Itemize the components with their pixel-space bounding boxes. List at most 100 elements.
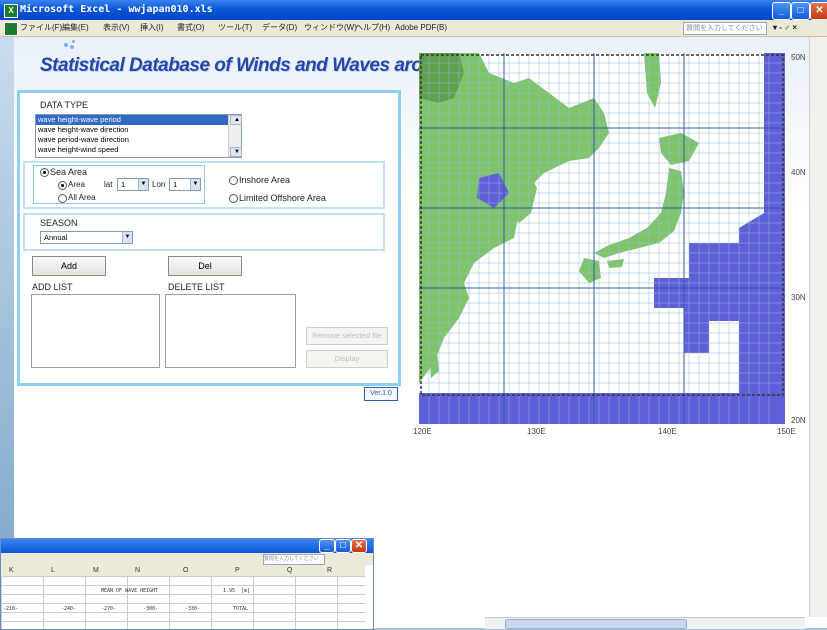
chevron-down-icon[interactable]: ▼ [138,179,148,190]
season-value: Annual [44,233,68,242]
cell-mean-label[interactable]: MEAN OF WAVE HEIGHT [101,588,158,594]
sheet-close-button[interactable]: ✕ [351,539,367,553]
lat-select[interactable]: 1 ▼ [117,178,149,191]
menu-file[interactable]: ファイル(F) [20,20,62,36]
menu-edit[interactable]: 編集(E) [62,20,89,36]
data-type-item[interactable]: wave height-wave direction [36,125,241,135]
add-list-box[interactable] [31,294,160,368]
menu-view[interactable]: 表示(V) [103,20,130,36]
lon-label-120e: 120E [413,427,432,436]
sea-area-label: Sea Area [50,167,88,177]
menu-data[interactable]: データ(D) [262,20,297,36]
chevron-down-icon[interactable]: ▼ [122,232,132,243]
all-area-radio[interactable] [58,194,67,203]
japan-grid-map[interactable] [419,53,785,424]
cell-row-label[interactable]: TOTAL [233,606,248,612]
lon-select[interactable]: 1 ▼ [169,178,201,191]
version-badge: Ver.1.0 [364,387,398,401]
delete-list-label: DELETE LIST [168,282,225,292]
area-radio[interactable] [58,181,67,190]
sheet-title-bar[interactable]: _ □ ✕ [1,539,373,553]
lat-value: 1 [121,180,126,189]
delete-list-box[interactable] [165,294,296,368]
scroll-down-icon[interactable]: ▼ [230,147,242,157]
maximize-button[interactable]: □ [791,2,810,20]
col-header[interactable]: N [135,565,140,576]
help-search-input[interactable]: 質問を入力してください [683,22,767,35]
col-header[interactable]: P [235,565,240,576]
map-graphic [419,53,785,424]
lat-label-20n: 20N [791,416,806,425]
lat-label-30n: 30N [791,293,806,302]
scroll-up-icon[interactable]: ▲ [230,115,242,125]
inshore-label: Inshore Area [239,175,291,185]
background-sheet-window[interactable]: _ □ ✕ 質問を入力してください K L M N O P Q R MEAN O… [0,538,374,630]
col-header[interactable]: O [183,565,188,576]
del-button[interactable]: Del [168,256,242,276]
lon-value: 1 [173,180,178,189]
display-button[interactable]: Display [306,350,388,368]
excel-window: X Microsoft Excel - wwjapan010.xls _ □ ✕… [0,0,827,630]
sheet-maximize-button[interactable]: □ [335,539,351,553]
cell-mean-unit[interactable]: [m] [241,588,250,594]
sheet-help-input[interactable]: 質問を入力してください [263,554,325,565]
all-area-label: All Area [68,193,96,202]
window-title: Microsoft Excel - wwjapan010.xls [20,4,213,15]
horizontal-scrollbar[interactable] [485,617,805,629]
dropdown-icon[interactable]: ▾ - ♂ × [773,20,797,36]
cell-row-label[interactable]: -270- [101,606,116,612]
title-bar[interactable]: X Microsoft Excel - wwjapan010.xls _ □ ✕ [0,0,827,20]
cell-row-label[interactable]: -330- [185,606,200,612]
col-header[interactable]: L [51,565,55,576]
cell-row-label[interactable]: -240- [61,606,76,612]
menu-tools[interactable]: ツール(T) [218,20,252,36]
cell-row-label[interactable]: -210- [3,606,18,612]
lon-label-150e: 150E [777,427,796,436]
lon-label: Lon [152,180,166,189]
cell-mean-value[interactable]: 1.95 [223,588,235,594]
lon-label-140e: 140E [658,427,677,436]
season-label: SEASON [40,218,78,228]
data-type-list[interactable]: wave height-wave period wave height-wave… [35,114,242,158]
minimize-button[interactable]: _ [772,2,791,20]
col-header[interactable]: Q [287,565,292,576]
decor-dot [64,43,68,47]
menu-help[interactable]: ヘルプ(H) [355,20,390,36]
cell-row-label[interactable]: -300- [143,606,158,612]
season-select[interactable]: Annual ▼ [40,231,133,244]
sea-area-radio[interactable] [40,168,49,177]
col-header[interactable]: K [9,565,14,576]
sheet-menu-bar: 質問を入力してください [1,553,373,565]
close-button[interactable]: ✕ [810,2,827,20]
add-button[interactable]: Add [32,256,106,276]
menu-bar: ファイル(F) 編集(E) 表示(V) 挿入(I) 書式(O) ツール(T) デ… [0,20,827,37]
data-type-item[interactable]: wave height-wind speed [36,145,241,155]
sheet-minimize-button[interactable]: _ [319,539,335,553]
menu-format[interactable]: 書式(O) [177,20,205,36]
data-type-item[interactable]: wave height-wave period [36,115,241,125]
cell-grid[interactable] [1,576,365,629]
col-header[interactable]: R [327,565,332,576]
remove-selected-button[interactable]: Remove selected file [306,327,388,345]
offshore-label: Limited Offshore Area [239,193,326,203]
list-scrollbar[interactable]: ▲ ▼ [228,115,242,157]
lon-label-130e: 130E [527,427,546,436]
area-label: Area [68,180,85,189]
data-type-label: DATA TYPE [40,100,89,110]
sheet-icon [4,22,18,36]
add-list-label: ADD LIST [32,282,73,292]
data-type-item[interactable]: wave period-wave direction [36,135,241,145]
lat-label-50n: 50N [791,53,806,62]
lat-label-40n: 40N [791,168,806,177]
lat-label: lat [104,180,113,189]
menu-adobe-pdf[interactable]: Adobe PDF(B) [395,20,447,36]
vertical-scrollbar[interactable] [809,37,827,617]
offshore-radio[interactable] [229,194,238,203]
excel-app-icon: X [4,4,18,18]
menu-insert[interactable]: 挿入(I) [140,20,164,36]
menu-window[interactable]: ウィンドウ(W) [304,20,357,36]
decor-dot [72,40,75,43]
inshore-radio[interactable] [229,176,238,185]
chevron-down-icon[interactable]: ▼ [190,179,200,190]
col-header[interactable]: M [93,565,99,576]
